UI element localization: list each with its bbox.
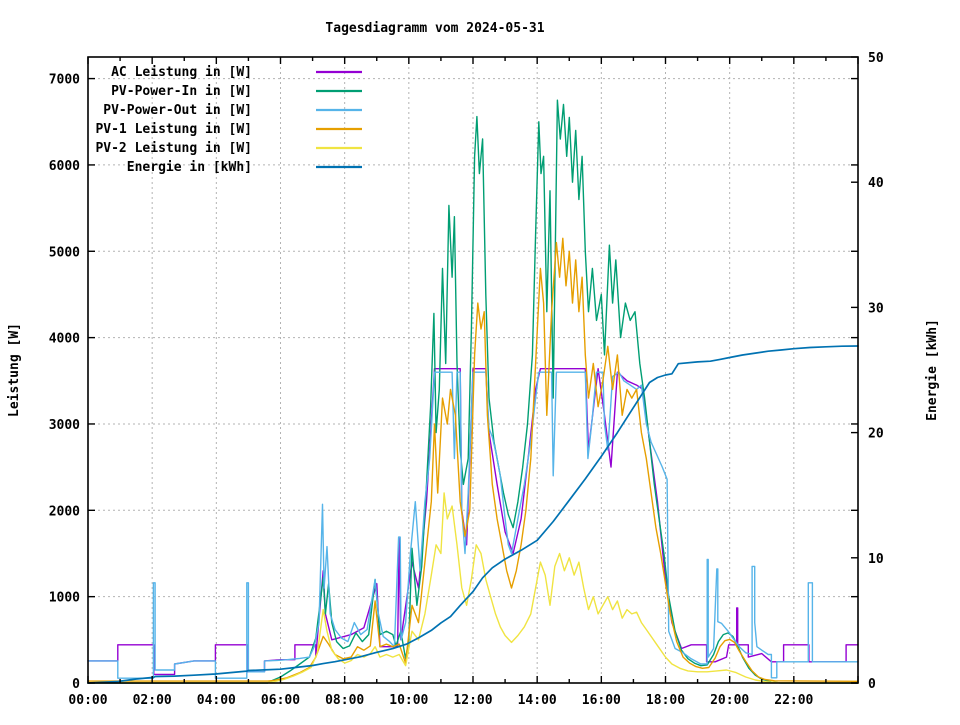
x-tick-label: 20:00: [710, 693, 749, 708]
x-tick-label: 12:00: [453, 693, 492, 708]
x-tick-label: 06:00: [261, 693, 300, 708]
pv-day-chart: 00:00 02:00 04:00 06:00 08:00 10:00 12:00 14:00…: [0, 0, 960, 720]
x-tick-label: 08:00: [325, 693, 364, 708]
y-right-tick-label: 0: [868, 677, 876, 692]
y-right-tick-label: 10: [868, 552, 884, 567]
y-right-tick-label: 40: [868, 176, 884, 191]
y-left-tick-label: 4000: [49, 332, 80, 347]
legend-label: PV-Power-In in [W]: [111, 84, 252, 99]
legend: AC Leistung in [W] PV-Power-In in [W] PV-P…: [95, 65, 362, 175]
series-line-pv-1-leistung-in-w: [88, 238, 858, 681]
y-left-tick-label: 5000: [49, 245, 80, 260]
plot-title: Tagesdiagramm vom 2024-05-31: [325, 21, 544, 36]
x-tick-label: 04:00: [197, 693, 236, 708]
legend-label: PV-Power-Out in [W]: [103, 103, 252, 118]
y-left-tick-label: 2000: [49, 504, 80, 519]
legend-label: PV-1 Leistung in [W]: [95, 122, 252, 137]
x-tick-label: 00:00: [68, 693, 107, 708]
y-right-tick-label: 20: [868, 427, 884, 442]
x-tick-label: 22:00: [774, 693, 813, 708]
legend-label: AC Leistung in [W]: [111, 65, 252, 80]
legend-label: PV-2 Leistung in [W]: [95, 141, 252, 156]
y-left-tick-label: 3000: [49, 418, 80, 433]
right-axis-title: Energie [kWh]: [925, 319, 940, 421]
chart-canvas: 00:00 02:00 04:00 06:00 08:00 10:00 12:00 14:00…: [0, 0, 960, 720]
x-tick-label: 02:00: [133, 693, 172, 708]
left-axis-title: Leistung [W]: [7, 323, 22, 417]
y-left-tick-label: 1000: [49, 591, 80, 606]
y-left-tick-label: 0: [72, 677, 80, 692]
y-left-tick-label: 7000: [49, 73, 80, 88]
x-tick-label: 18:00: [646, 693, 685, 708]
x-tick-label: 14:00: [518, 693, 557, 708]
legend-label: Energie in [kWh]: [127, 160, 252, 175]
y-left-tick-label: 6000: [49, 159, 80, 174]
x-tick-label: 10:00: [389, 693, 428, 708]
y-right-tick-label: 50: [868, 51, 884, 66]
y-right-tick-label: 30: [868, 301, 884, 316]
x-tick-label: 16:00: [582, 693, 621, 708]
